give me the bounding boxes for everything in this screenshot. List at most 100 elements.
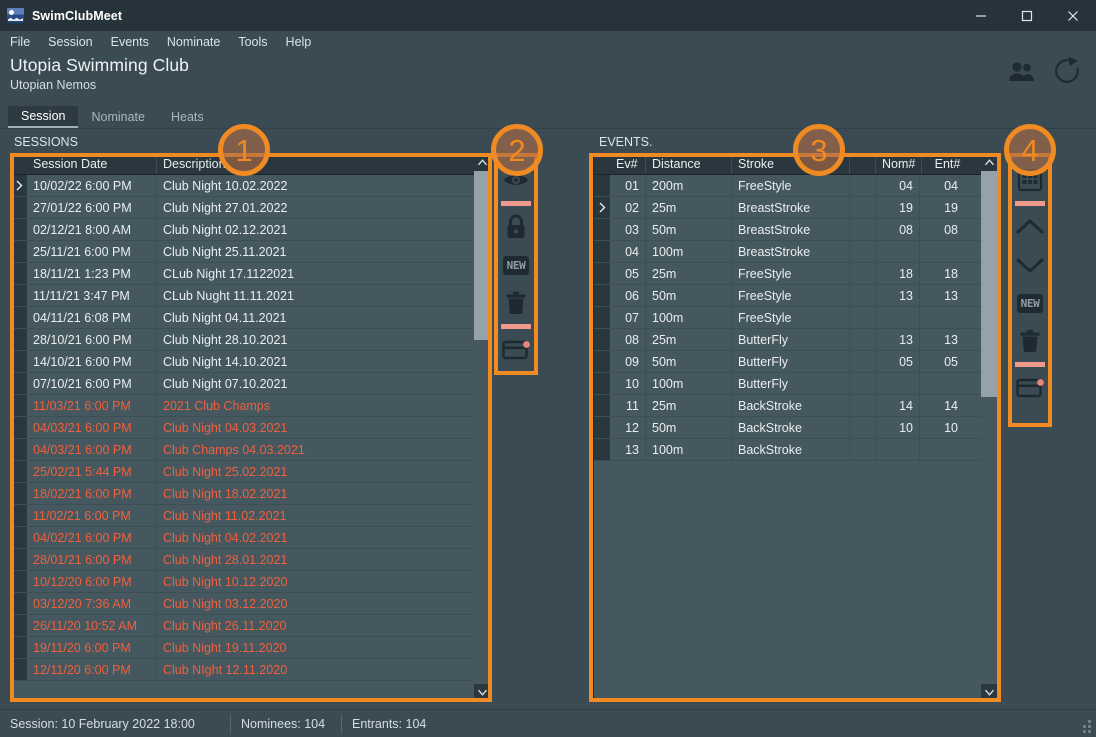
- sessions-grid[interactable]: Session Date Description 10/02/22 6:00 P…: [10, 153, 492, 702]
- menu-item-nominate[interactable]: Nominate: [167, 35, 221, 49]
- session-row[interactable]: 19/11/20 6:00 PM Club Night 19.11.2020: [11, 637, 491, 659]
- trash-icon[interactable]: [498, 284, 534, 322]
- grid-icon[interactable]: [1012, 161, 1048, 199]
- lock-icon[interactable]: [498, 208, 534, 246]
- events-vertical-scrollbar[interactable]: [981, 154, 998, 701]
- tab-nominate[interactable]: Nominate: [78, 105, 158, 128]
- sessions-scroll-track[interactable]: [474, 171, 491, 684]
- trash-icon[interactable]: [1012, 322, 1048, 360]
- move-down-icon[interactable]: [1012, 246, 1048, 284]
- column-header-stroke[interactable]: Stroke: [732, 154, 850, 174]
- session-row[interactable]: 04/03/21 6:00 PM Club Champs 04.03.2021: [11, 439, 491, 461]
- event-nominations-cell: 08: [876, 219, 920, 240]
- session-row[interactable]: 26/11/20 10:52 AM Club Night 26.11.2020: [11, 615, 491, 637]
- event-entrants-cell: 14: [944, 398, 958, 413]
- column-header-ent[interactable]: Ent#: [922, 154, 966, 174]
- sessions-scroll-thumb[interactable]: [474, 171, 491, 341]
- session-row[interactable]: 11/11/21 3:47 PM CLub Nught 11.11.2021: [11, 285, 491, 307]
- menu-item-events[interactable]: Events: [111, 35, 149, 49]
- menu-item-session[interactable]: Session: [48, 35, 92, 49]
- session-row[interactable]: 04/11/21 6:08 PM Club Night 04.11.2021: [11, 307, 491, 329]
- session-row[interactable]: 12/11/20 6:00 PM Club NIght 12.11.2020: [11, 659, 491, 681]
- session-row[interactable]: 03/12/20 7:36 AM Club Night 03.12.2020: [11, 593, 491, 615]
- column-header-session-date[interactable]: Session Date: [27, 154, 157, 174]
- event-row[interactable]: 07 100m FreeStyle: [594, 307, 998, 329]
- session-row[interactable]: 02/12/21 8:00 AM Club Night 02.12.2021: [11, 219, 491, 241]
- event-distance-cell: 25m: [646, 263, 732, 284]
- maximize-button[interactable]: [1004, 0, 1050, 31]
- eye-icon[interactable]: [498, 161, 534, 199]
- row-indicator: [11, 307, 27, 328]
- event-row[interactable]: 04 100m BreastStroke: [594, 241, 998, 263]
- menu-item-help[interactable]: Help: [286, 35, 312, 49]
- event-row[interactable]: 06 50m FreeStyle 13 13: [594, 285, 998, 307]
- tab-session[interactable]: Session: [8, 105, 79, 128]
- session-description-cell: CLub Nught 11.11.2021: [163, 288, 294, 303]
- new-icon[interactable]: NEW: [1012, 284, 1048, 322]
- close-button[interactable]: [1050, 0, 1096, 31]
- scroll-up-arrow-icon[interactable]: [981, 154, 998, 171]
- tab-heats[interactable]: Heats: [158, 105, 217, 128]
- event-row[interactable]: 05 25m FreeStyle 18 18: [594, 263, 998, 285]
- resize-grip[interactable]: [1079, 720, 1091, 733]
- events-scroll-thumb[interactable]: [981, 171, 998, 397]
- events-scroll-track[interactable]: [981, 171, 998, 684]
- event-stroke-cell: BackStroke: [732, 395, 850, 416]
- session-row[interactable]: 27/01/22 6:00 PM Club Night 27.01.2022: [11, 197, 491, 219]
- event-row[interactable]: 08 25m ButterFly 13 13: [594, 329, 998, 351]
- session-row[interactable]: 14/10/21 6:00 PM Club Night 14.10.2021: [11, 351, 491, 373]
- refresh-icon[interactable]: [1052, 56, 1082, 86]
- scroll-down-arrow-icon[interactable]: [474, 684, 491, 701]
- session-row[interactable]: 04/03/21 6:00 PM Club Night 04.03.2021: [11, 417, 491, 439]
- new-icon[interactable]: NEW: [498, 246, 534, 284]
- session-row[interactable]: 04/02/21 6:00 PM Club Night 04.02.2021: [11, 527, 491, 549]
- minimize-button[interactable]: [958, 0, 1004, 31]
- event-row[interactable]: 13 100m BackStroke: [594, 439, 998, 461]
- session-row[interactable]: 07/10/21 6:00 PM Club Night 07.10.2021: [11, 373, 491, 395]
- row-indicator: [594, 263, 610, 284]
- column-header-nom[interactable]: Nom#: [876, 154, 923, 174]
- column-header-ev[interactable]: Ev#: [610, 154, 646, 174]
- session-row[interactable]: 10/02/22 6:00 PM Club Night 10.02.2022: [11, 175, 491, 197]
- column-header-description[interactable]: Description: [157, 154, 491, 174]
- event-row[interactable]: 01 200m FreeStyle 04 04: [594, 175, 998, 197]
- events-grid[interactable]: Ev# Distance Stroke Nom# Ent# 01 200m Free…: [593, 153, 999, 702]
- session-row[interactable]: 18/02/21 6:00 PM Club Night 18.02.2021: [11, 483, 491, 505]
- event-blank-cell: [850, 307, 876, 328]
- event-row[interactable]: 02 25m BreastStroke 19 19: [594, 197, 998, 219]
- move-up-icon[interactable]: [1012, 208, 1048, 246]
- menu-item-file[interactable]: File: [10, 35, 30, 49]
- session-row[interactable]: 18/11/21 1:23 PM CLub Night 17.1122021: [11, 263, 491, 285]
- column-header-distance[interactable]: Distance: [646, 154, 732, 174]
- session-row[interactable]: 25/11/21 6:00 PM Club Night 25.11.2021: [11, 241, 491, 263]
- session-row[interactable]: 25/02/21 5:44 PM Club Night 25.02.2021: [11, 461, 491, 483]
- scroll-up-arrow-icon[interactable]: [474, 154, 491, 171]
- session-description-cell: Club Night 04.11.2021: [163, 310, 287, 325]
- column-header-blank[interactable]: [850, 154, 876, 174]
- session-row[interactable]: 28/01/21 6:00 PM Club Night 28.01.2021: [11, 549, 491, 571]
- scroll-down-arrow-icon[interactable]: [981, 684, 998, 701]
- session-row[interactable]: 11/03/21 6:00 PM 2021 Club Champs: [11, 395, 491, 417]
- save-card-icon[interactable]: [498, 331, 534, 369]
- event-row[interactable]: 12 50m BackStroke 10 10: [594, 417, 998, 439]
- event-stroke-cell: FreeStyle: [732, 307, 850, 328]
- event-row[interactable]: 09 50m ButterFly 05 05: [594, 351, 998, 373]
- sessions-vertical-scrollbar[interactable]: [474, 154, 491, 701]
- session-date-cell: 02/12/21 8:00 AM: [27, 219, 157, 240]
- event-stroke-cell: ButterFly: [732, 351, 850, 372]
- menu-item-tools[interactable]: Tools: [238, 35, 267, 49]
- session-row[interactable]: 10/12/20 6:00 PM Club Night 10.12.2020: [11, 571, 491, 593]
- window-title: SwimClubMeet: [32, 8, 123, 23]
- session-description-cell: Club Night 03.12.2020: [163, 596, 288, 611]
- event-row[interactable]: 03 50m BreastStroke 08 08: [594, 219, 998, 241]
- event-number-cell: 07: [610, 307, 646, 328]
- session-date-cell: 25/11/21 6:00 PM: [27, 241, 157, 262]
- session-row[interactable]: 28/10/21 6:00 PM Club Night 28.10.2021: [11, 329, 491, 351]
- save-card-icon[interactable]: [1012, 369, 1048, 407]
- row-indicator: [594, 307, 610, 328]
- session-date-cell: 04/11/21 6:08 PM: [27, 307, 157, 328]
- session-row[interactable]: 11/02/21 6:00 PM Club Night 11.02.2021: [11, 505, 491, 527]
- event-row[interactable]: 11 25m BackStroke 14 14: [594, 395, 998, 417]
- members-icon[interactable]: [1006, 59, 1036, 83]
- event-row[interactable]: 10 100m ButterFly: [594, 373, 998, 395]
